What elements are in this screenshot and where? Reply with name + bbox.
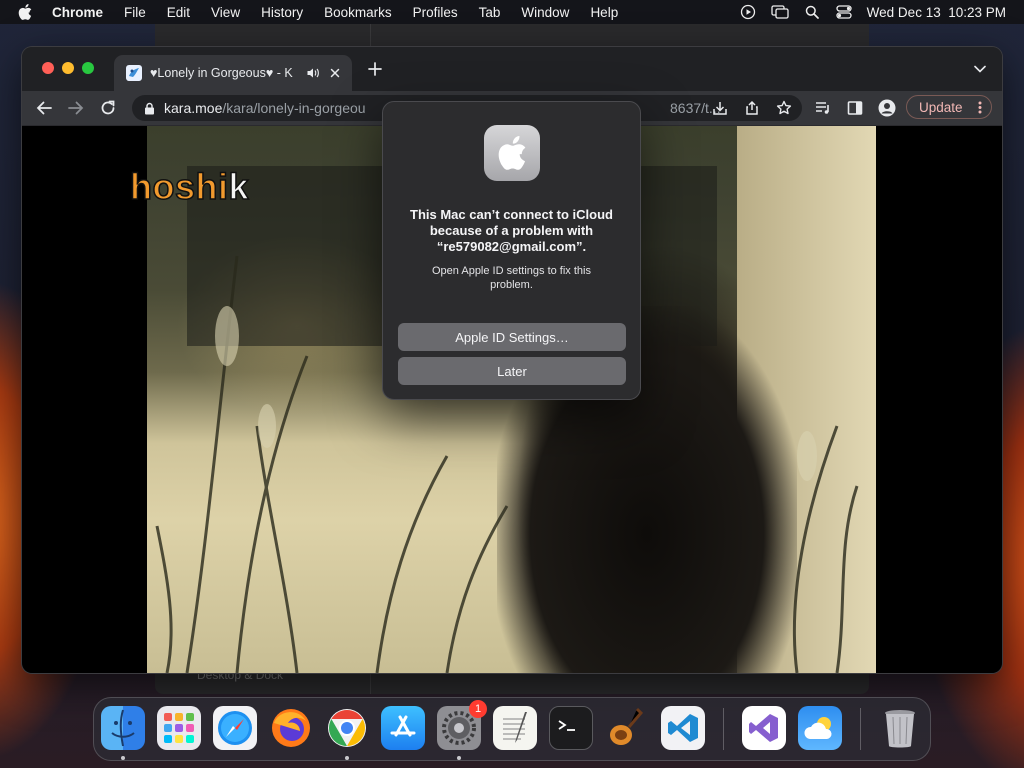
side-panel-icon[interactable] — [846, 99, 864, 117]
now-playing-icon[interactable] — [739, 4, 757, 20]
trash-icon[interactable] — [878, 706, 922, 750]
menu-edit[interactable]: Edit — [167, 5, 190, 20]
menu-view[interactable]: View — [211, 5, 240, 20]
apple-logo-icon — [484, 125, 540, 181]
spotlight-search-icon[interactable] — [803, 4, 821, 20]
dialog-headline: This Mac can’t connect to iCloud because… — [410, 207, 613, 254]
terminal-icon[interactable] — [549, 706, 593, 750]
url-path: /kara/lonely-in-gorgeou — [222, 100, 366, 116]
profile-avatar-icon[interactable] — [878, 99, 896, 117]
safari-icon[interactable] — [213, 706, 257, 750]
weather-icon[interactable] — [798, 706, 842, 750]
later-button[interactable]: Later — [398, 357, 626, 385]
update-button[interactable]: Update — [906, 95, 992, 119]
dock: 1 — [93, 697, 931, 761]
menu-history[interactable]: History — [261, 5, 303, 20]
forward-arrow-icon[interactable] — [67, 99, 85, 117]
menu-file[interactable]: File — [124, 5, 146, 20]
menu-tab[interactable]: Tab — [479, 5, 501, 20]
new-tab-plus-icon[interactable] — [368, 62, 382, 76]
menu-bookmarks[interactable]: Bookmarks — [324, 5, 392, 20]
tab-strip: ♥Lonely in Gorgeous♥ - K — [22, 47, 1002, 91]
back-arrow-icon[interactable] — [35, 99, 53, 117]
update-button-label: Update — [919, 99, 963, 115]
tab-close-icon[interactable] — [328, 66, 342, 80]
vscode-icon[interactable] — [661, 706, 705, 750]
finder-icon[interactable] — [101, 706, 145, 750]
tab-title: ♥Lonely in Gorgeous♥ - K — [150, 66, 293, 80]
menu-window[interactable]: Window — [521, 5, 569, 20]
screen-mirroring-icon[interactable] — [771, 4, 789, 20]
menu-bar: Chrome File Edit View History Bookmarks … — [0, 0, 1024, 24]
window-close-button[interactable] — [42, 62, 54, 74]
textedit-icon[interactable] — [493, 706, 537, 750]
settings-notification-badge: 1 — [469, 700, 487, 718]
install-app-icon[interactable] — [712, 100, 728, 116]
tab-active[interactable]: ♥Lonely in Gorgeous♥ - K — [114, 55, 352, 91]
control-center-icon[interactable] — [835, 4, 853, 20]
url-host: kara.moe — [164, 100, 223, 116]
icloud-alert-dialog: This Mac can’t connect to iCloud because… — [382, 101, 641, 400]
lyrics-sung-part: hoshi — [129, 165, 229, 208]
apple-id-settings-button[interactable]: Apple ID Settings… — [398, 323, 626, 351]
bookmark-star-icon[interactable] — [776, 100, 792, 116]
menu-profiles[interactable]: Profiles — [413, 5, 458, 20]
tab-favicon-icon — [126, 65, 142, 81]
more-menu-dots-icon[interactable] — [978, 101, 982, 114]
dialog-body: Open Apple ID settings to fix this probl… — [432, 265, 591, 291]
share-icon[interactable] — [744, 100, 760, 116]
menu-app-name[interactable]: Chrome — [52, 5, 103, 20]
lock-icon[interactable] — [144, 102, 155, 115]
reload-icon[interactable] — [99, 99, 117, 117]
tab-search-chevron-icon[interactable] — [974, 65, 986, 73]
apple-menu-icon[interactable] — [18, 4, 34, 20]
lyrics-head-part: k — [228, 165, 250, 208]
menubar-clock[interactable]: Wed Dec 13 10:23 PM — [867, 5, 1006, 20]
tab-audio-playing-icon[interactable] — [306, 66, 320, 80]
launchpad-icon[interactable] — [157, 706, 201, 750]
window-zoom-button[interactable] — [82, 62, 94, 74]
chrome-icon[interactable] — [325, 706, 369, 750]
window-minimize-button[interactable] — [62, 62, 74, 74]
menu-help[interactable]: Help — [590, 5, 618, 20]
app-store-icon[interactable] — [381, 706, 425, 750]
garageband-guitar-icon[interactable] — [605, 706, 649, 750]
firefox-icon[interactable] — [269, 706, 313, 750]
media-queue-icon[interactable] — [814, 99, 832, 117]
visual-studio-icon[interactable] — [742, 706, 786, 750]
